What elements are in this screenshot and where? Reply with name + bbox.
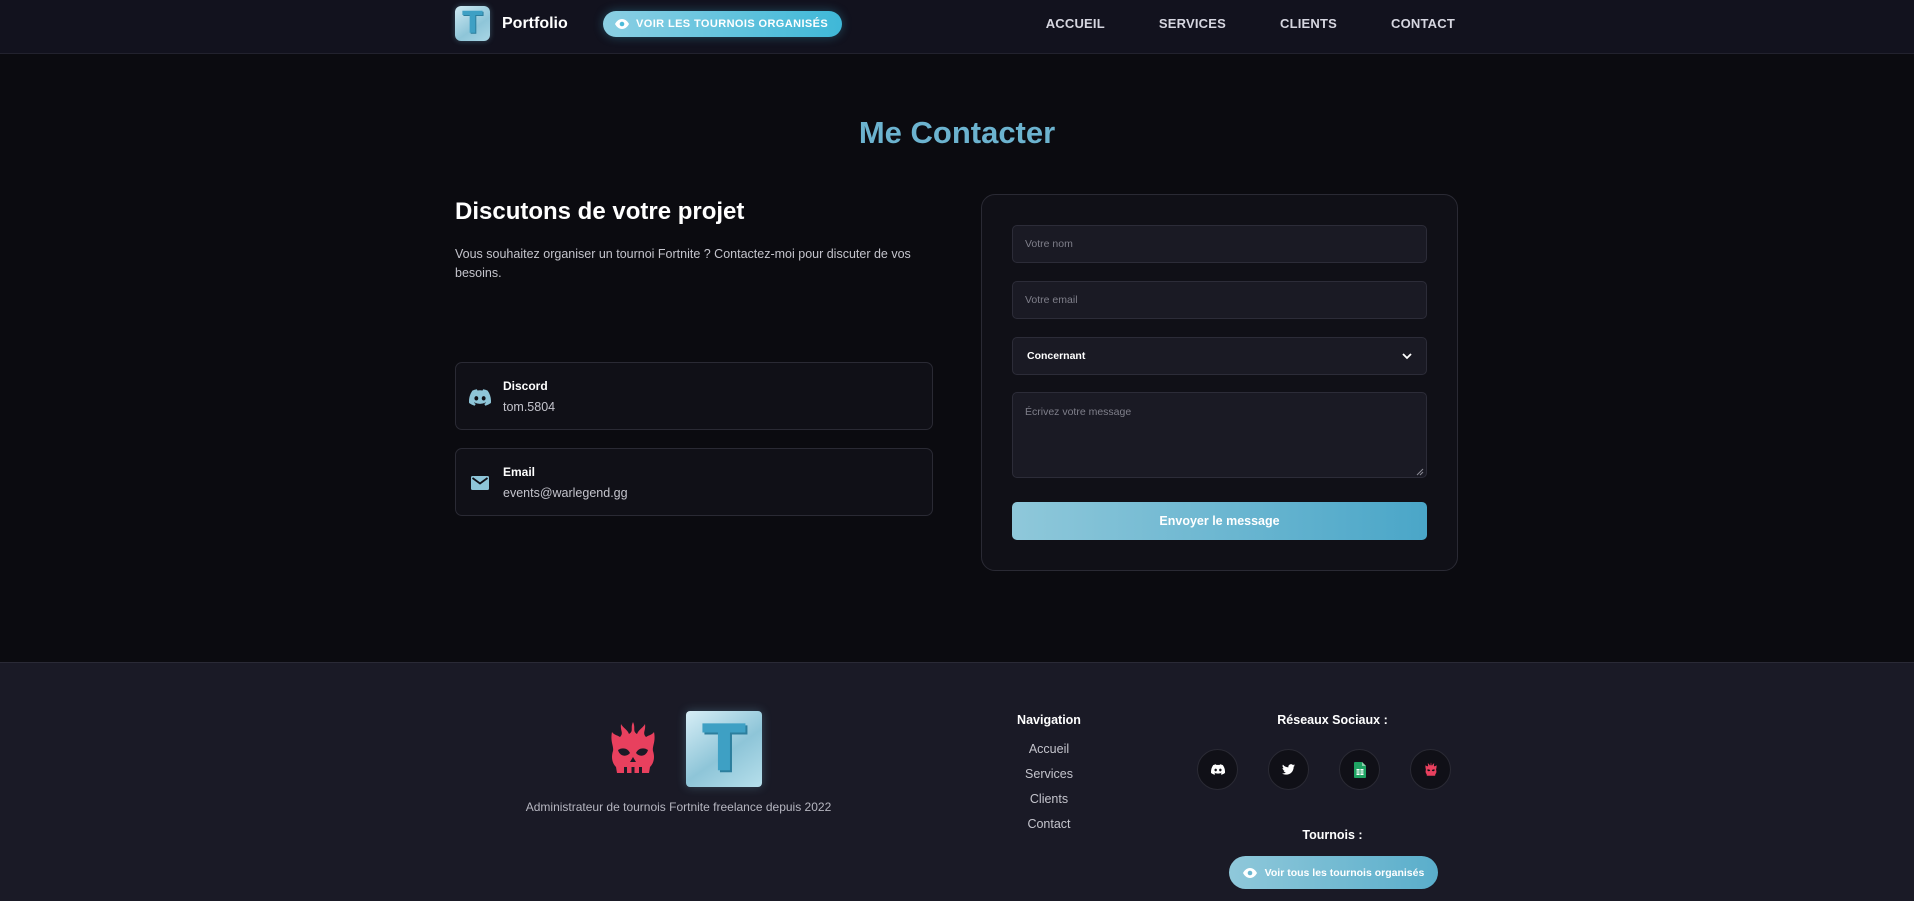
eye-icon [615, 19, 629, 29]
view-all-tournaments-label: Voir tous les tournois organisés [1264, 866, 1425, 879]
footer-link-clients[interactable]: Clients [979, 792, 1119, 806]
contact-intro: Vous souhaitez organiser un tournoi Fort… [455, 247, 911, 280]
email-value: events@warlegend.gg [503, 486, 628, 500]
footer-link-accueil[interactable]: Accueil [979, 742, 1119, 756]
footer-t-logo-letter: T [702, 712, 746, 786]
footer-nav-heading: Navigation [1017, 713, 1081, 727]
nav-link-services[interactable]: SERVICES [1159, 16, 1226, 31]
view-tournaments-label: VOIR LES TOURNOIS ORGANISÉS [636, 18, 829, 30]
discord-title: Discord [503, 379, 548, 393]
footer-tournaments-heading: Tournois : [1302, 828, 1363, 842]
message-textarea[interactable] [1012, 392, 1427, 478]
twitter-icon [1282, 764, 1295, 775]
social-sheets-button[interactable] [1339, 749, 1380, 790]
contact-form: Concernant Envoyer le message [981, 194, 1458, 571]
social-twitter-button[interactable] [1268, 749, 1309, 790]
email-input[interactable] [1012, 281, 1427, 319]
contact-heading: Discutons de votre projet [455, 198, 745, 225]
section-title: Me Contacter [858, 115, 1056, 150]
mail-icon [469, 473, 491, 493]
name-input[interactable] [1012, 225, 1427, 263]
discord-icon [1210, 764, 1225, 775]
footer-link-services[interactable]: Services [979, 767, 1119, 781]
discord-value: tom.5804 [503, 400, 556, 414]
email-card: Email events@warlegend.gg [455, 448, 933, 516]
subject-select-box[interactable]: Concernant [1012, 337, 1427, 375]
contact-section: Me Contacter Discutons de votre projet V… [0, 55, 1914, 662]
footer-t-logo: T [686, 711, 762, 787]
social-discord-button[interactable] [1197, 749, 1238, 790]
discord-card: Discord tom.5804 [455, 362, 933, 430]
eye-icon [1242, 867, 1257, 878]
resize-grip-icon[interactable] [1416, 468, 1424, 476]
view-all-tournaments-button[interactable]: Voir tous les tournois organisés [1229, 856, 1438, 889]
nav-link-contact[interactable]: CONTACT [1391, 16, 1455, 31]
contact-info: Discutons de votre projet Vous souhaitez… [455, 198, 933, 516]
social-warlegend-button[interactable] [1410, 749, 1451, 790]
discord-icon [469, 387, 491, 407]
footer-navigation: Navigation Accueil Services Clients Cont… [979, 713, 1119, 831]
main-nav: ACCUEIL SERVICES CLIENTS CONTACT [992, 0, 1455, 46]
brand-name: Portfolio [502, 14, 568, 32]
subject-select[interactable]: Concernant [1012, 337, 1427, 375]
nav-link-clients[interactable]: CLIENTS [1280, 16, 1337, 31]
email-title: Email [503, 465, 536, 479]
subject-selected-value: Concernant [1027, 350, 1086, 362]
brand-logo: T [455, 6, 490, 41]
brand-logo-letter: T [462, 5, 483, 41]
footer-link-contact[interactable]: Contact [979, 817, 1119, 831]
chevron-down-icon [1402, 352, 1412, 359]
footer-tagline: Administrateur de tournois Fortnite free… [525, 800, 832, 814]
footer-logos: T [606, 711, 762, 787]
warlegend-skull-icon [1424, 762, 1437, 776]
footer-social-heading: Réseaux Sociaux : [1277, 713, 1388, 727]
send-message-button[interactable]: Envoyer le message [1012, 502, 1427, 540]
brand-link[interactable]: T Portfolio [455, 6, 568, 41]
navbar-inner: T Portfolio VOIR LES TOURNOIS ORGANISÉS … [455, 0, 1455, 54]
warlegend-skull-logo [611, 722, 655, 773]
footer: T Administrateur de tournois Fortnite fr… [0, 662, 1914, 901]
navbar: T Portfolio VOIR LES TOURNOIS ORGANISÉS … [0, 0, 1914, 54]
google-sheets-icon [1353, 761, 1366, 778]
nav-link-accueil[interactable]: ACCUEIL [1046, 16, 1105, 31]
view-tournaments-button[interactable]: VOIR LES TOURNOIS ORGANISÉS [603, 11, 843, 37]
